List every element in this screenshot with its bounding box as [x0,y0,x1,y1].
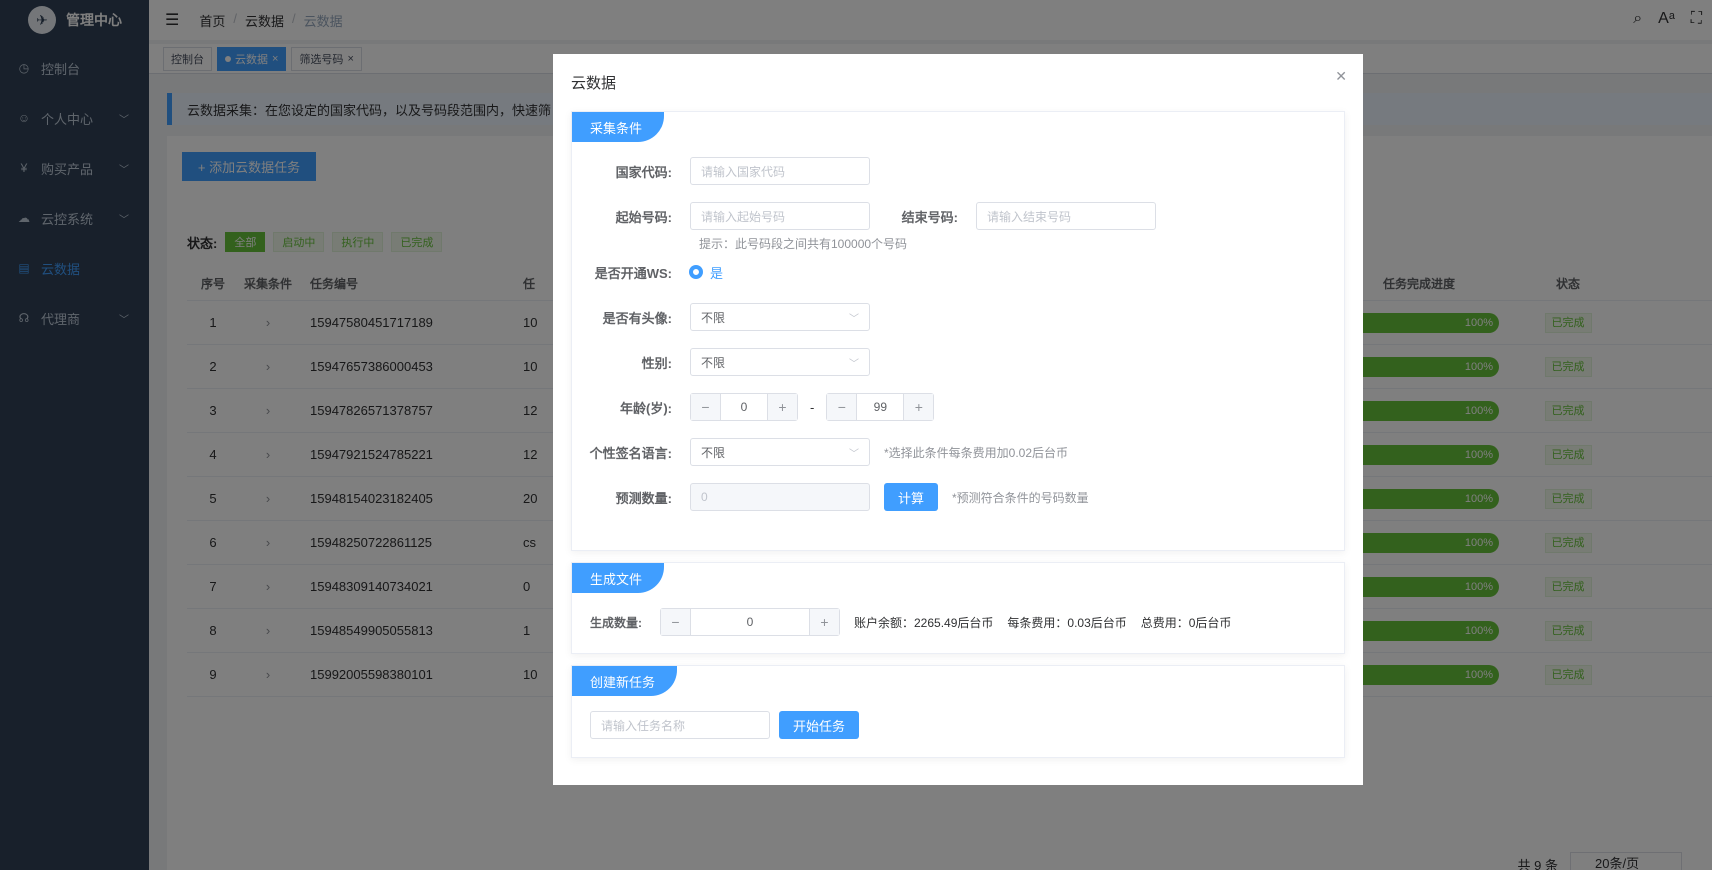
gender-row: 性别: 不限 ﹀ [572,348,870,376]
number-range-row: 起始号码: 请输入起始号码 结束号码: 请输入结束号码 [572,202,1156,230]
end-number-label: 结束号码: [901,209,958,225]
quantity-label: 生成数量: [590,615,642,630]
chevron-down-icon: ﹀ [849,358,859,370]
language-hint: *选择此条件每条费用加0.02后台币 [884,445,1069,460]
gender-label: 性别: [641,355,672,371]
language-row: 个性签名语言: 不限 ﹀ *选择此条件每条费用加0.02后台币 [572,438,1068,466]
age-label: 年龄(岁): [620,400,672,416]
ws-radio[interactable] [690,266,702,278]
age-max-value[interactable]: 99 [857,394,903,420]
avatar-label: 是否有头像: [602,310,672,326]
minus-icon[interactable]: − [827,394,858,420]
age-max-stepper: − 99 + [826,393,935,421]
quantity-value[interactable]: 0 [691,609,809,635]
age-min-stepper: − 0 + [690,393,798,421]
age-row: 年龄(岁): − 0 + - − 99 + [572,393,935,421]
minus-icon[interactable]: − [691,394,721,420]
gender-select-value: 不限 [701,355,726,370]
section-title: 创建新任务 [572,666,678,696]
age-separator: - [810,399,815,415]
section-title: 生成文件 [572,563,665,593]
predict-hint: *预测符合条件的号码数量 [952,490,1089,505]
avatar-select-value: 不限 [701,310,726,325]
cloud-data-dialog: 云数据 ✕ 采集条件 国家代码: 请输入国家代码 起始号码: 请输入起始号码 结… [553,54,1363,785]
ws-row: 是否开通WS: 是 [572,258,723,286]
dialog-title: 云数据 [571,75,617,92]
create-task-card: 创建新任务 请输入任务名称 开始任务 [571,665,1345,758]
section-title: 采集条件 [572,112,665,142]
close-icon[interactable]: ✕ [1335,68,1347,85]
avatar-select[interactable]: 不限 ﹀ [690,303,870,331]
start-task-button[interactable]: 开始任务 [779,711,859,739]
create-task-row: 请输入任务名称 开始任务 [590,711,859,739]
unit-cost: 每条费用：0.03后台币 [1007,615,1127,630]
ws-label: 是否开通WS: [594,265,672,281]
collect-conditions-card: 采集条件 国家代码: 请输入国家代码 起始号码: 请输入起始号码 结束号码: 请… [571,111,1345,551]
plus-icon[interactable]: + [903,394,934,420]
plus-icon[interactable]: + [809,609,839,635]
predict-row: 预测数量: 0 计算 *预测符合条件的号码数量 [572,483,1089,511]
start-number-input[interactable]: 请输入起始号码 [690,202,870,230]
country-row: 国家代码: 请输入国家代码 [572,157,870,185]
predict-count-input: 0 [690,483,870,511]
chevron-down-icon: ﹀ [849,313,859,325]
language-label: 个性签名语言: [589,445,672,461]
generate-row: 生成数量: − 0 + 账户余额：2265.49后台币 每条费用：0.03后台币… [590,608,1231,636]
range-hint: 提示：此号码段之间共有100000个号码 [699,237,908,251]
predict-label: 预测数量: [615,490,672,506]
language-select[interactable]: 不限 ﹀ [690,438,870,466]
task-name-input[interactable]: 请输入任务名称 [590,711,770,739]
total-cost: 总费用：0后台币 [1140,615,1232,630]
gender-select[interactable]: 不限 ﹀ [690,348,870,376]
plus-icon[interactable]: + [767,394,797,420]
avatar-row: 是否有头像: 不限 ﹀ [572,303,870,331]
account-balance: 账户余额：2265.49后台币 [854,615,994,630]
ws-option-label[interactable]: 是 [710,263,723,282]
start-number-label: 起始号码: [615,209,672,225]
country-code-input[interactable]: 请输入国家代码 [690,157,870,185]
country-label: 国家代码: [615,164,672,180]
language-select-value: 不限 [701,445,726,460]
calculate-button[interactable]: 计算 [884,483,938,511]
chevron-down-icon: ﹀ [849,448,859,460]
end-number-input[interactable]: 请输入结束号码 [976,202,1156,230]
age-min-value[interactable]: 0 [721,394,767,420]
generate-file-card: 生成文件 生成数量: − 0 + 账户余额：2265.49后台币 每条费用：0.… [571,562,1345,654]
minus-icon[interactable]: − [661,609,691,635]
quantity-stepper: − 0 + [660,608,840,636]
